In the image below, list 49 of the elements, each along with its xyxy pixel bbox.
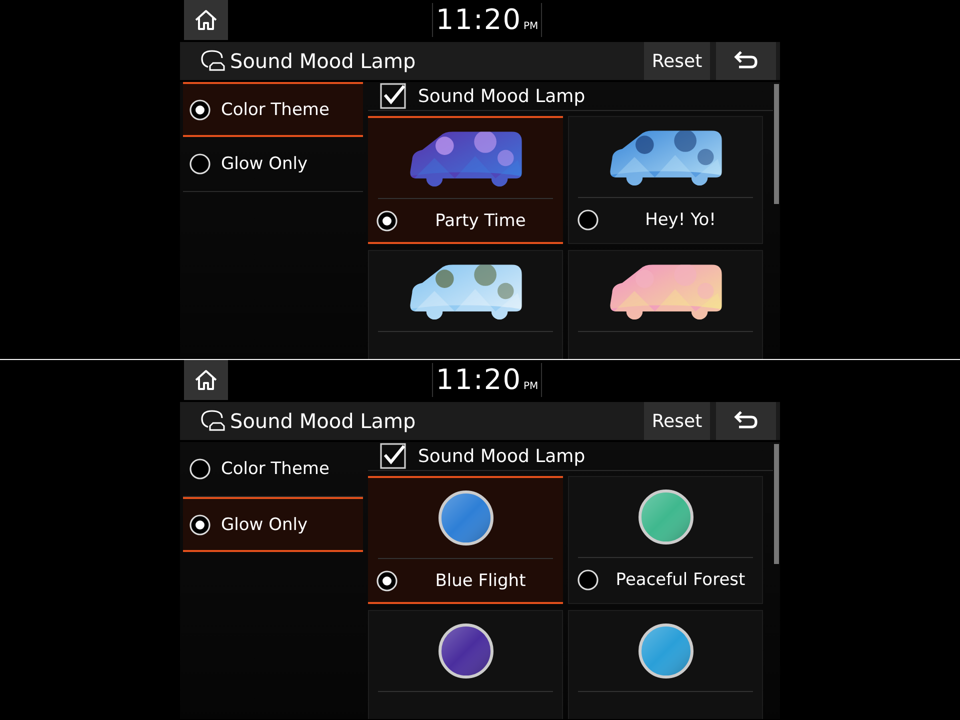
radio-button[interactable] xyxy=(189,514,211,536)
scrollbar[interactable] xyxy=(774,84,779,204)
sound-mood-lamp-toggle[interactable]: Sound Mood Lamp xyxy=(368,82,773,111)
reset-button[interactable]: Reset xyxy=(644,402,710,440)
theme-card[interactable] xyxy=(368,610,563,719)
home-button[interactable] xyxy=(184,360,228,400)
radio-button[interactable] xyxy=(577,209,599,231)
speech-bubble-car-icon xyxy=(200,48,226,74)
back-arrow-icon xyxy=(733,411,759,431)
theme-card[interactable] xyxy=(568,250,763,359)
orb-icon xyxy=(636,488,694,546)
back-arrow-icon xyxy=(733,51,759,71)
theme-card[interactable] xyxy=(368,250,563,359)
speech-bubble-car-icon xyxy=(200,408,226,434)
back-button[interactable] xyxy=(716,42,776,80)
theme-card[interactable] xyxy=(568,610,763,719)
screen-title: Sound Mood Lamp xyxy=(230,49,417,73)
clock: 11:20 PM xyxy=(432,3,542,37)
theme-name: Blue Flight xyxy=(434,570,527,590)
radio-button[interactable] xyxy=(189,153,211,175)
theme-card[interactable]: Blue Flight xyxy=(368,476,563,604)
radio-button[interactable] xyxy=(577,569,599,591)
clock: 11:20 PM xyxy=(432,363,542,397)
sound-mood-lamp-toggle[interactable]: Sound Mood Lamp xyxy=(368,442,773,471)
radio-button[interactable] xyxy=(189,98,211,120)
theme-card[interactable]: Peaceful Forest xyxy=(568,476,763,604)
mode-option[interactable]: Glow Only xyxy=(183,137,363,192)
home-button[interactable] xyxy=(184,0,228,40)
radio-button[interactable] xyxy=(376,570,398,592)
home-icon xyxy=(194,369,218,391)
screen-title: Sound Mood Lamp xyxy=(230,409,417,433)
radio-button[interactable] xyxy=(376,210,398,232)
orb-icon xyxy=(436,622,494,680)
theme-name: Hey! Yo! xyxy=(644,210,717,230)
theme-card[interactable]: Hey! Yo! xyxy=(568,116,763,244)
orb-icon xyxy=(436,489,494,547)
scrollbar[interactable] xyxy=(774,444,779,564)
orb-icon xyxy=(636,622,694,680)
reset-button[interactable]: Reset xyxy=(644,42,710,80)
home-icon xyxy=(194,9,218,31)
back-button[interactable] xyxy=(716,402,776,440)
theme-card[interactable]: Party Time xyxy=(368,116,563,244)
mode-option[interactable]: Color Theme xyxy=(183,82,363,137)
radio-button[interactable] xyxy=(189,458,211,480)
theme-name: Party Time xyxy=(434,210,527,230)
mode-option[interactable]: Glow Only xyxy=(183,497,363,552)
checkbox[interactable] xyxy=(380,443,406,469)
checkbox[interactable] xyxy=(380,83,406,109)
theme-name: Peaceful Forest xyxy=(614,570,746,590)
